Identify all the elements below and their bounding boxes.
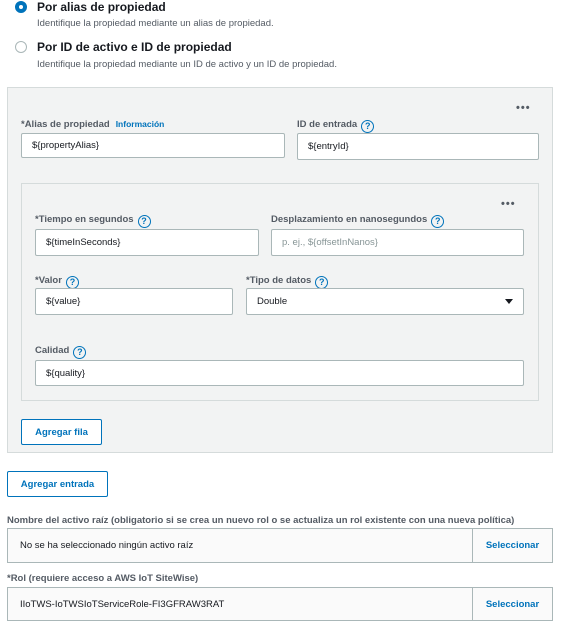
- data-type-select[interactable]: Double: [246, 288, 524, 315]
- radio-by-asset-id-label[interactable]: Por ID de activo e ID de propiedad: [37, 40, 232, 54]
- property-alias-label: *Alias de propiedad Información: [21, 119, 164, 130]
- time-seconds-label-text: *Tiempo en segundos: [35, 214, 134, 225]
- help-icon[interactable]: ?: [431, 215, 445, 228]
- role-label: *Rol (requiere acceso a AWS IoT SiteWise…: [7, 573, 199, 584]
- data-type-label-text: *Tipo de datos: [246, 275, 312, 286]
- value-menu-icon[interactable]: •••: [501, 198, 516, 210]
- entry-id-label-text: ID de entrada: [297, 119, 358, 130]
- entry-id-input[interactable]: ${entryId}: [297, 133, 539, 160]
- radio-by-asset-id-description: Identifique la propiedad mediante un ID …: [37, 59, 337, 70]
- property-alias-input[interactable]: ${propertyAlias}: [21, 133, 285, 158]
- radio-by-asset-id[interactable]: [15, 41, 27, 53]
- radio-by-property-alias-label[interactable]: Por alias de propiedad: [37, 0, 166, 14]
- data-type-label: *Tipo de datos?: [246, 275, 329, 289]
- quality-input[interactable]: ${quality}: [35, 360, 524, 386]
- add-entry-button[interactable]: Agregar entrada: [7, 471, 108, 497]
- entry-id-label: ID de entrada?: [297, 119, 375, 133]
- add-row-button[interactable]: Agregar fila: [21, 419, 102, 445]
- entry-menu-icon[interactable]: •••: [516, 102, 531, 114]
- role-field: IIoTWS-IoTWSIoTServiceRole-FI3GFRAW3RAT …: [7, 587, 553, 621]
- value-label: *Valor?: [35, 275, 79, 289]
- time-seconds-input[interactable]: ${timeInSeconds}: [35, 229, 259, 256]
- help-icon[interactable]: ?: [137, 215, 151, 228]
- help-icon[interactable]: ?: [73, 346, 87, 359]
- root-asset-label: Nombre del activo raíz (obligatorio si s…: [7, 515, 515, 526]
- select-root-asset-button[interactable]: Seleccionar: [472, 529, 552, 562]
- root-asset-field: No se ha seleccionado ningún activo raíz…: [7, 528, 553, 563]
- value-label-text: *Valor: [35, 275, 62, 286]
- info-link[interactable]: Información: [116, 119, 165, 129]
- property-alias-label-text: *Alias de propiedad: [21, 119, 110, 130]
- time-seconds-label: *Tiempo en segundos?: [35, 214, 151, 228]
- radio-by-property-alias[interactable]: [15, 1, 27, 13]
- chevron-down-icon: [505, 299, 513, 304]
- radio-by-property-alias-description: Identifique la propiedad mediante un ali…: [37, 18, 274, 29]
- data-type-selected: Double: [257, 296, 288, 307]
- offset-nanos-label: Desplazamiento en nanosegundos?: [271, 214, 445, 228]
- quality-label: Calidad?: [35, 345, 87, 359]
- select-role-button[interactable]: Seleccionar: [472, 588, 552, 620]
- value-input[interactable]: ${value}: [35, 288, 233, 315]
- offset-nanos-input[interactable]: p. ej., ${offsetInNanos}: [271, 229, 524, 256]
- quality-label-text: Calidad: [35, 345, 70, 356]
- root-asset-value: No se ha seleccionado ningún activo raíz: [20, 540, 194, 551]
- offset-nanos-label-text: Desplazamiento en nanosegundos: [271, 214, 428, 225]
- role-value: IIoTWS-IoTWSIoTServiceRole-FI3GFRAW3RAT: [20, 598, 225, 610]
- help-icon[interactable]: ?: [361, 120, 375, 133]
